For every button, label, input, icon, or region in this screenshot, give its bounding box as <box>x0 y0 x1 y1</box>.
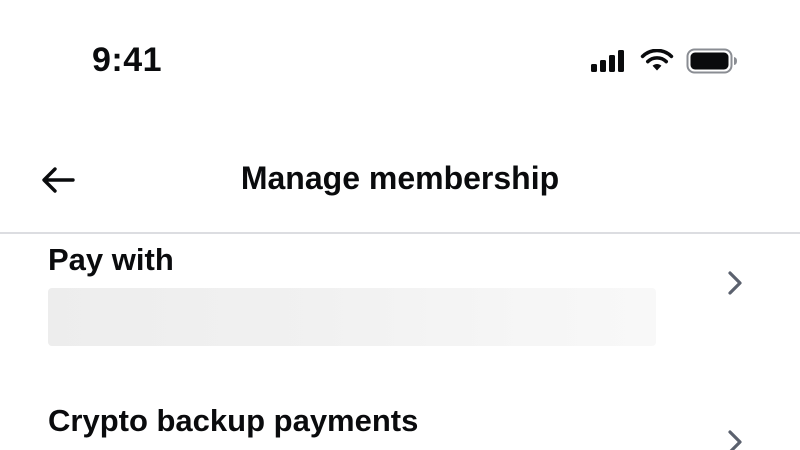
manage-membership-screen: 9:41 Manage membership Pay with Crypto b… <box>0 0 800 450</box>
pay-with-row[interactable]: Pay with <box>0 236 800 366</box>
status-bar: 9:41 <box>0 0 800 120</box>
chevron-right-icon <box>722 268 748 298</box>
pay-with-label: Pay with <box>48 242 174 277</box>
page-title: Manage membership <box>240 160 560 196</box>
cellular-signal-icon <box>590 49 628 73</box>
status-icons <box>590 46 738 76</box>
chevron-right-icon <box>722 427 748 450</box>
battery-icon <box>686 48 738 74</box>
top-navigation-bar: Manage membership <box>0 140 800 232</box>
crypto-backup-payments-row[interactable]: Crypto backup payments <box>0 395 800 450</box>
status-time: 9:41 <box>92 41 163 79</box>
wifi-icon <box>640 49 674 73</box>
header-divider <box>0 232 800 234</box>
crypto-backup-payments-label: Crypto backup payments <box>48 403 419 438</box>
payment-method-loading-placeholder <box>48 288 656 346</box>
